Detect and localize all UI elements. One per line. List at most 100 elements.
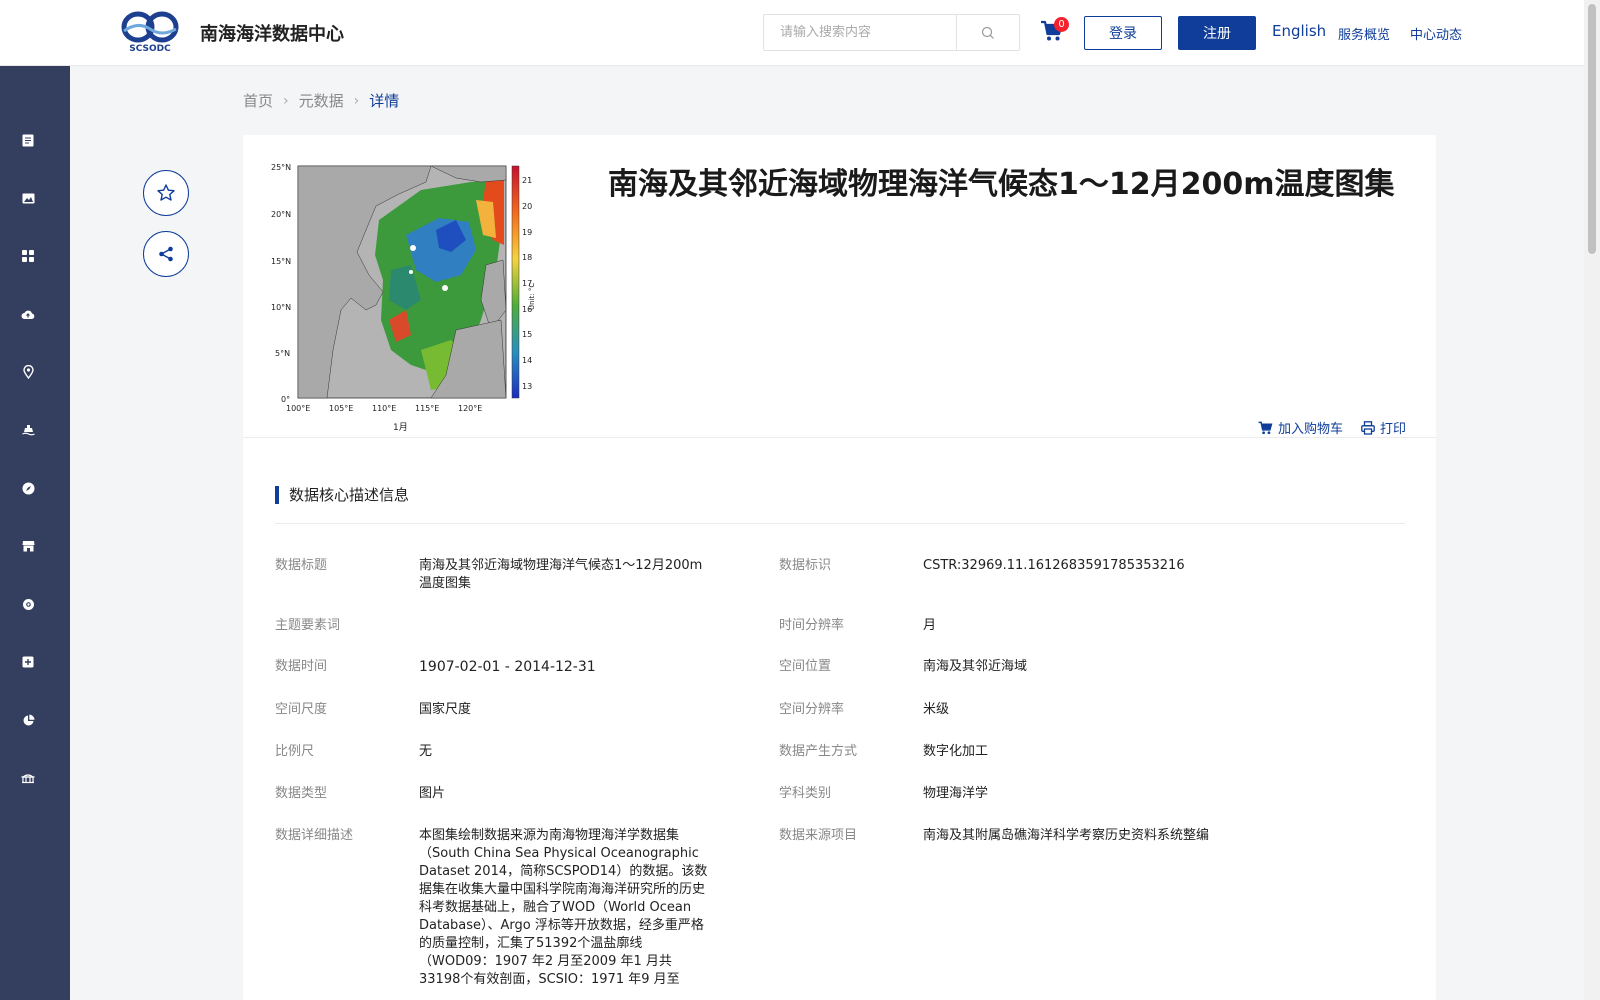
- dataset-thumbnail[interactable]: 25°N 20°N 15°N 10°N 5°N 0° 100°E 105°E 1…: [271, 160, 541, 435]
- sidebar-item-upload[interactable]: [20, 306, 36, 322]
- sidebar-item-ship[interactable]: [20, 422, 36, 438]
- english-link[interactable]: English: [1272, 22, 1326, 40]
- cart-count-badge: 0: [1054, 17, 1069, 32]
- colorbar-tick: 15: [522, 330, 532, 339]
- lon-label: 110°E: [372, 404, 396, 413]
- center-news-link[interactable]: 中心动态: [1410, 24, 1462, 43]
- field-value: 南海及其附属岛礁海洋科学考察历史资料系统整编: [923, 828, 1210, 843]
- breadcrumb-metadata[interactable]: 元数据: [299, 90, 344, 111]
- detail-card: 25°N 20°N 15°N 10°N 5°N 0° 100°E 105°E 1…: [243, 135, 1436, 1000]
- site-title[interactable]: 南海海洋数据中心: [200, 20, 344, 46]
- sidebar-item-add[interactable]: [20, 654, 36, 670]
- location-icon: [22, 365, 34, 379]
- cart-button[interactable]: 0: [1040, 17, 1069, 44]
- left-sidebar: [0, 66, 70, 1000]
- breadcrumb-current: 详情: [369, 92, 400, 110]
- lat-label: 25°N: [271, 163, 291, 172]
- field-value: 月: [923, 618, 937, 633]
- section-divider: [275, 523, 1405, 524]
- search-input[interactable]: [764, 15, 956, 50]
- scsodc-logo[interactable]: SCSODC: [120, 7, 180, 53]
- sidebar-item-bridge[interactable]: [20, 770, 36, 786]
- colorbar-unit: Unit: °C: [528, 283, 536, 310]
- top-header: SCSODC 南海海洋数据中心 0 登录 注册 English 服务概览 中心动…: [0, 0, 1584, 66]
- field-label: 数据产生方式: [779, 744, 858, 759]
- field-value: 米级: [923, 702, 950, 717]
- search-button[interactable]: [956, 15, 1019, 50]
- favorite-button[interactable]: [143, 170, 189, 216]
- field-label: 学科类别: [779, 786, 832, 801]
- sidebar-item-store[interactable]: [20, 538, 36, 554]
- breadcrumb-home[interactable]: 首页: [243, 90, 273, 111]
- colorbar-tick: 20: [522, 202, 532, 211]
- sidebar-item-image[interactable]: [20, 190, 36, 206]
- field-value: 国家尺度: [419, 702, 472, 717]
- pie-chart-icon: [23, 714, 34, 725]
- colorbar-tick: 13: [522, 382, 532, 391]
- settings-gear-icon: [22, 598, 34, 610]
- add-to-cart-button[interactable]: 加入购物车: [1258, 418, 1343, 437]
- store-icon: [22, 541, 34, 552]
- share-icon: [159, 246, 173, 262]
- compass-icon: [22, 482, 34, 494]
- colorbar-tick: 19: [522, 228, 532, 237]
- lat-label: 5°N: [275, 349, 290, 358]
- field-value: 物理海洋学: [923, 786, 989, 801]
- login-button[interactable]: 登录: [1084, 16, 1162, 50]
- detail-actions: 加入购物车 打印: [1258, 418, 1406, 437]
- cart-icon: [1258, 421, 1273, 434]
- field-label: 数据标识: [779, 558, 832, 573]
- sidebar-item-settings[interactable]: [20, 596, 36, 612]
- add-icon: [22, 656, 34, 668]
- register-button[interactable]: 注册: [1178, 16, 1256, 50]
- field-label: 比例尺: [275, 744, 315, 759]
- lat-label: 10°N: [271, 303, 291, 312]
- field-value: 南海及其邻近海域物理海洋气候态1～12月200m温度图集: [419, 558, 703, 591]
- share-button[interactable]: [143, 231, 189, 277]
- field-label: 数据时间: [275, 659, 328, 674]
- sidebar-item-document[interactable]: [20, 132, 36, 148]
- bridge-icon: [21, 773, 35, 783]
- print-icon: [1361, 420, 1375, 435]
- field-value: 图片: [419, 786, 446, 801]
- document-icon: [22, 134, 34, 146]
- field-label: 空间位置: [779, 659, 832, 674]
- field-label: 数据来源项目: [779, 828, 858, 843]
- scrollbar-thumb[interactable]: [1588, 4, 1596, 254]
- field-label: 数据标题: [275, 558, 328, 573]
- chevron-right-icon: ›: [283, 92, 289, 109]
- star-icon: [157, 184, 175, 201]
- lat-label: 20°N: [271, 210, 291, 219]
- print-button[interactable]: 打印: [1361, 418, 1406, 437]
- svg-text:SCSODC: SCSODC: [129, 44, 171, 53]
- lat-label: 15°N: [271, 257, 291, 266]
- search-icon: [981, 26, 994, 39]
- field-label: 数据类型: [275, 786, 328, 801]
- field-value: 数字化加工: [923, 744, 989, 759]
- sidebar-item-apps[interactable]: [20, 248, 36, 264]
- print-label: 打印: [1379, 422, 1406, 437]
- lon-label: 105°E: [329, 404, 353, 413]
- ship-icon: [21, 425, 35, 436]
- field-value: 1907-02-01 - 2014-12-31: [419, 659, 596, 675]
- breadcrumb: 首页 › 元数据 › 详情: [243, 90, 399, 111]
- lon-label: 100°E: [286, 404, 310, 413]
- service-overview-link[interactable]: 服务概览: [1338, 24, 1390, 43]
- search-box: [763, 14, 1020, 51]
- field-value: CSTR:32969.11.1612683591785353216: [923, 558, 1185, 573]
- cloud-upload-icon: [21, 310, 35, 319]
- colorbar-tick: 18: [522, 253, 532, 262]
- lon-label: 115°E: [415, 404, 439, 413]
- sidebar-item-compass[interactable]: [20, 480, 36, 496]
- sidebar-item-location[interactable]: [20, 364, 36, 380]
- field-value: 本图集绘制数据来源为南海物理海洋学数据集（South China Sea Phy…: [419, 828, 708, 987]
- field-label: 数据详细描述: [275, 828, 354, 843]
- lon-label: 120°E: [458, 404, 482, 413]
- chevron-right-icon: ›: [353, 92, 360, 109]
- apps-icon: [22, 250, 34, 262]
- field-label: 主题要素词: [275, 618, 341, 633]
- sidebar-item-statistics[interactable]: [20, 712, 36, 728]
- divider: [243, 437, 1436, 438]
- field-label: 空间分辨率: [779, 702, 845, 717]
- section-title: 数据核心描述信息: [275, 486, 409, 504]
